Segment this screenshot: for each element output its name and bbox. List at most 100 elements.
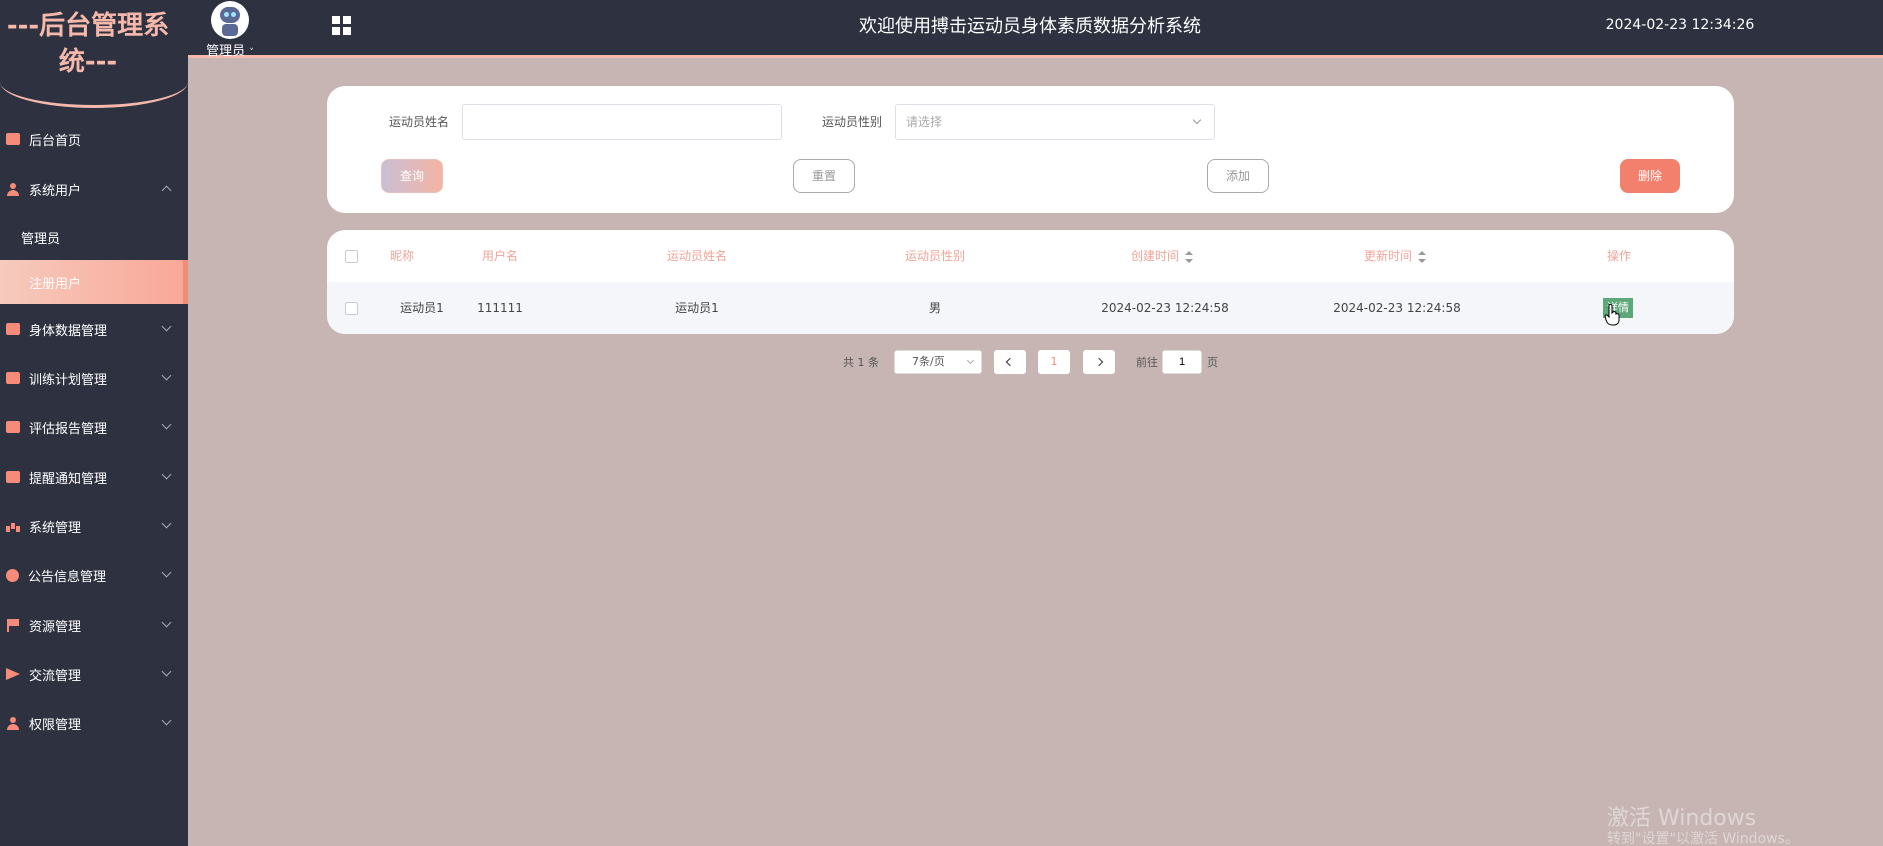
chevron-left-icon — [1005, 357, 1015, 367]
sidebar-item-label: 身体数据管理 — [29, 323, 108, 339]
chevron-down-icon — [161, 715, 172, 726]
sidebar-item-reminder[interactable]: 提醒通知管理 — [0, 455, 188, 499]
header-created-time[interactable]: 创建时间 — [1117, 230, 1207, 282]
sidebar-item-communication[interactable]: 交流管理 — [0, 652, 188, 696]
user-menu[interactable]: 管理员 ˅ — [205, 0, 255, 59]
reset-button[interactable]: 重置 — [793, 159, 855, 193]
flag-icon — [6, 619, 20, 632]
grid-menu-icon[interactable] — [332, 16, 351, 35]
hand-cursor-icon — [1604, 304, 1620, 326]
query-button[interactable]: 查询 — [381, 159, 443, 193]
sidebar-item-resources[interactable]: 资源管理 — [0, 603, 188, 647]
select-all-checkbox[interactable] — [345, 250, 358, 263]
data-table: 昵称 用户名 运动员姓名 运动员性别 创建时间 更新时间 操作 运动员1 111… — [327, 230, 1734, 334]
page-suffix: 页 — [1207, 356, 1218, 369]
chevron-down-icon[interactable]: ˅ — [249, 48, 254, 58]
sidebar-subitem-registered-users[interactable]: 注册用户 — [0, 260, 188, 304]
header-updated-time[interactable]: 更新时间 — [1350, 230, 1440, 282]
chevron-down-icon — [161, 666, 172, 677]
add-button[interactable]: 添加 — [1207, 159, 1269, 193]
header-actions: 操作 — [1606, 249, 1631, 263]
table-header: 昵称 用户名 运动员姓名 运动员性别 创建时间 更新时间 操作 — [327, 230, 1734, 282]
sidebar-item-label: 系统用户 — [29, 183, 82, 199]
info-icon — [6, 568, 19, 582]
chevron-down-icon — [161, 370, 172, 381]
athlete-name-label: 运动员姓名 — [389, 115, 450, 129]
sidebar-item-system-users[interactable]: 系统用户 — [0, 167, 188, 211]
header-updated-time-label: 更新时间 — [1363, 249, 1412, 263]
sidebar-subitem-admin[interactable]: 管理员 — [0, 215, 188, 259]
sidebar-item-label: 提醒通知管理 — [29, 471, 108, 487]
table-row: 运动员1 111111 运动员1 男 2024-02-23 12:24:58 2… — [327, 282, 1734, 334]
sidebar-item-label: 资源管理 — [29, 619, 82, 635]
sidebar-item-training-plan[interactable]: 训练计划管理 — [0, 356, 188, 400]
cell-username: 111111 — [477, 301, 523, 315]
sidebar-item-body-data[interactable]: 身体数据管理 — [0, 307, 188, 351]
sidebar: 后台首页 系统用户 管理员 注册用户 身体数据管理 训练计划管理 评估报告管理 … — [0, 58, 188, 846]
goto-page-input[interactable] — [1162, 350, 1202, 374]
cell-updated-time: 2024-02-23 12:24:58 — [1333, 301, 1461, 315]
cell-nickname: 运动员1 — [400, 301, 444, 315]
header-created-time-label: 创建时间 — [1130, 249, 1179, 263]
chevron-down-icon — [161, 617, 172, 628]
next-page-button[interactable] — [1083, 350, 1115, 374]
chevron-down-icon — [161, 321, 172, 332]
sort-icon[interactable] — [1185, 250, 1193, 263]
sort-icon[interactable] — [1418, 250, 1426, 263]
chart-icon — [6, 421, 20, 433]
datetime: 2024-02-23 12:34:26 — [1605, 17, 1755, 33]
header-athlete-name: 运动员姓名 — [666, 249, 727, 263]
chevron-down-icon — [161, 518, 172, 529]
chevron-right-icon — [1094, 357, 1104, 367]
chevron-up-icon — [161, 185, 172, 196]
sidebar-item-label: 系统管理 — [29, 520, 82, 536]
chevron-down-icon — [161, 469, 172, 480]
athlete-gender-label: 运动员性别 — [822, 115, 883, 129]
sidebar-item-label: 训练计划管理 — [29, 372, 108, 388]
prev-page-button[interactable] — [994, 350, 1026, 374]
sidebar-item-permissions[interactable]: 权限管理 — [0, 701, 188, 745]
page-size-select[interactable]: 7条/页 — [894, 350, 982, 374]
athlete-gender-select[interactable]: 请选择 — [895, 104, 1215, 140]
user-label[interactable]: 管理员 — [206, 44, 245, 59]
search-panel: 运动员姓名 运动员性别 请选择 查询 重置 添加 删除 — [327, 86, 1734, 213]
sidebar-item-label: 后台首页 — [29, 133, 82, 149]
windows-activation-hint: 转到"设置"以激活 Windows。 — [1607, 831, 1799, 846]
sidebar-item-announcement[interactable]: 公告信息管理 — [0, 553, 188, 597]
sidebar-item-label: 权限管理 — [29, 717, 82, 733]
cell-gender: 男 — [928, 301, 941, 315]
chart-icon — [6, 323, 20, 335]
goto-label: 前往 — [1136, 356, 1158, 369]
sidebar-item-system[interactable]: 系统管理 — [0, 504, 188, 548]
sidebar-item-label: 公告信息管理 — [28, 569, 107, 585]
delete-button[interactable]: 删除 — [1620, 159, 1680, 193]
sidebar-item-home[interactable]: 后台首页 — [0, 117, 188, 161]
chevron-down-icon — [161, 419, 172, 430]
user-icon — [6, 183, 20, 196]
page-size-value: 7条/页 — [912, 355, 945, 368]
sidebar-item-label: 注册用户 — [29, 276, 82, 292]
chevron-down-icon — [966, 356, 975, 365]
header-athlete-gender: 运动员性别 — [904, 249, 965, 263]
page-number-1[interactable]: 1 — [1038, 350, 1070, 374]
sidebar-item-label: 交流管理 — [29, 668, 82, 684]
gender-select-placeholder: 请选择 — [906, 115, 943, 129]
header-nickname: 昵称 — [389, 249, 414, 263]
chevron-down-icon — [161, 567, 172, 578]
sidebar-item-evaluation-report[interactable]: 评估报告管理 — [0, 405, 188, 449]
cell-athlete-name: 运动员1 — [675, 301, 719, 315]
user-icon — [6, 717, 20, 730]
header-username: 用户名 — [481, 249, 518, 263]
row-checkbox[interactable] — [345, 302, 358, 315]
chart-icon — [6, 372, 20, 384]
sidebar-item-label: 管理员 — [21, 231, 61, 247]
cell-created-time: 2024-02-23 12:24:58 — [1101, 301, 1229, 315]
chevron-down-icon — [1192, 115, 1202, 125]
bar-chart-icon — [6, 520, 20, 532]
avatar[interactable] — [211, 1, 249, 39]
pagination-total: 共 1 条 — [843, 356, 879, 369]
monitor-icon — [6, 133, 20, 145]
page-title: 欢迎使用搏击运动员身体素质数据分析系统 — [859, 16, 1201, 37]
sidebar-item-label: 评估报告管理 — [29, 421, 108, 437]
athlete-name-input[interactable] — [462, 104, 782, 140]
